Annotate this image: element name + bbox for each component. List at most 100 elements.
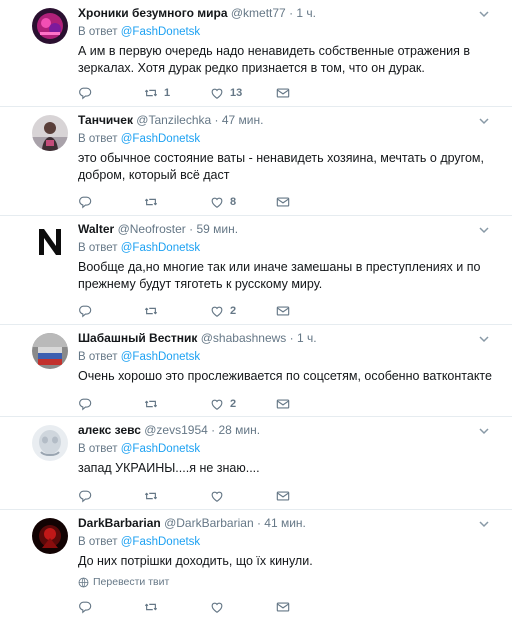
retweet-button[interactable]: 1 bbox=[144, 86, 210, 100]
avatar[interactable] bbox=[32, 333, 68, 369]
reply-button[interactable] bbox=[78, 397, 144, 411]
reply-mention-link[interactable]: @FashDonetsk bbox=[121, 133, 200, 145]
reply-context: В ответ @FashDonetsk bbox=[78, 534, 494, 550]
timestamp[interactable]: · 1 ч. bbox=[290, 331, 317, 345]
reply-mention-link[interactable]: @FashDonetsk bbox=[121, 443, 200, 455]
reply-icon bbox=[79, 196, 92, 209]
tweet-actions bbox=[78, 487, 296, 505]
like-button[interactable]: 8 bbox=[210, 195, 276, 209]
chevron-down-icon[interactable] bbox=[476, 6, 492, 22]
like-count: 13 bbox=[230, 87, 243, 99]
tweet-text: Вообще да,но многие так или иначе замеша… bbox=[78, 260, 481, 291]
reply-mention-link[interactable]: @FashDonetsk bbox=[121, 26, 200, 38]
avatar[interactable] bbox=[32, 224, 68, 260]
reply-button[interactable] bbox=[78, 86, 144, 100]
display-name[interactable]: Шабашный Вестник bbox=[78, 331, 197, 345]
timestamp[interactable]: · 47 мин. bbox=[215, 113, 264, 127]
tweet[interactable]: Танчичек @Tanzilechka · 47 мин. В ответ … bbox=[0, 107, 512, 216]
like-button[interactable]: 2 bbox=[210, 304, 276, 318]
tweet[interactable]: DarkBarbarian @DarkBarbarian · 41 мин. В… bbox=[0, 510, 512, 620]
direct-message-button[interactable] bbox=[276, 195, 296, 209]
reply-button[interactable] bbox=[78, 489, 144, 503]
reply-icon bbox=[79, 490, 92, 503]
heart-icon bbox=[211, 399, 223, 410]
reply-prefix: В ответ bbox=[78, 536, 118, 548]
tweet-text: запад УКРАИНЫ....я не знаю.... bbox=[78, 461, 260, 475]
reply-button[interactable] bbox=[78, 304, 144, 318]
tweet-header: Walter @Neofroster · 59 мин. bbox=[78, 221, 494, 237]
retweet-icon bbox=[144, 198, 158, 206]
like-button[interactable]: 13 bbox=[210, 86, 276, 100]
envelope-icon bbox=[276, 399, 290, 409]
direct-message-button[interactable] bbox=[276, 86, 296, 100]
tweet[interactable]: Хроники безумного мира @kmett77 · 1 ч. В… bbox=[0, 0, 512, 107]
heart-icon bbox=[211, 491, 223, 502]
like-button[interactable] bbox=[210, 489, 276, 503]
timestamp[interactable]: · 59 мин. bbox=[189, 222, 238, 236]
retweet-icon bbox=[144, 603, 158, 611]
direct-message-button[interactable] bbox=[276, 397, 296, 411]
timestamp[interactable]: · 1 ч. bbox=[289, 6, 316, 20]
reply-icon bbox=[79, 601, 92, 614]
chevron-down-icon[interactable] bbox=[476, 113, 492, 129]
avatar[interactable] bbox=[32, 115, 68, 151]
reply-mention-link[interactable]: @FashDonetsk bbox=[121, 351, 200, 363]
direct-message-button[interactable] bbox=[276, 489, 296, 503]
display-name[interactable]: Хроники безумного мира bbox=[78, 6, 228, 20]
chevron-down-icon[interactable] bbox=[476, 222, 492, 238]
user-handle[interactable]: @kmett77 bbox=[231, 6, 286, 20]
user-handle[interactable]: @Neofroster bbox=[118, 222, 186, 236]
like-button[interactable] bbox=[210, 600, 276, 614]
display-name[interactable]: Walter bbox=[78, 222, 114, 236]
retweet-button[interactable] bbox=[144, 489, 210, 503]
heart-icon bbox=[211, 306, 223, 317]
reply-icon bbox=[79, 305, 92, 318]
reply-context: В ответ @FashDonetsk bbox=[78, 24, 494, 40]
tweet[interactable]: Шабашный Вестник @shabashnews · 1 ч. В о… bbox=[0, 325, 512, 417]
envelope-icon bbox=[276, 602, 290, 612]
chevron-down-icon[interactable] bbox=[476, 516, 492, 532]
reply-context: В ответ @FashDonetsk bbox=[78, 131, 494, 147]
retweet-button[interactable] bbox=[144, 600, 210, 614]
retweet-icon bbox=[144, 307, 158, 315]
heart-icon bbox=[211, 602, 223, 613]
translate-tweet-link[interactable]: Перевести твит bbox=[78, 576, 494, 588]
direct-message-button[interactable] bbox=[276, 600, 296, 614]
reply-button[interactable] bbox=[78, 600, 144, 614]
reply-mention-link[interactable]: @FashDonetsk bbox=[121, 536, 200, 548]
display-name[interactable]: алекс зевс bbox=[78, 423, 141, 437]
envelope-icon bbox=[276, 88, 290, 98]
like-count: 2 bbox=[230, 305, 237, 317]
direct-message-button[interactable] bbox=[276, 304, 296, 318]
user-handle[interactable]: @shabashnews bbox=[201, 331, 287, 345]
timestamp[interactable]: · 41 мин. bbox=[257, 516, 306, 530]
retweet-button[interactable] bbox=[144, 195, 210, 209]
globe-icon bbox=[78, 577, 89, 587]
timestamp[interactable]: · 28 мин. bbox=[211, 423, 260, 437]
avatar[interactable] bbox=[32, 425, 68, 461]
retweet-icon bbox=[144, 492, 158, 500]
retweet-button[interactable] bbox=[144, 397, 210, 411]
like-button[interactable]: 2 bbox=[210, 397, 276, 411]
envelope-icon bbox=[276, 491, 290, 501]
tweet-text: Очень хорошо это прослеживается по соцсе… bbox=[78, 369, 492, 383]
retweet-icon bbox=[144, 400, 158, 408]
reply-button[interactable] bbox=[78, 195, 144, 209]
reply-icon bbox=[79, 398, 92, 411]
retweet-button[interactable] bbox=[144, 304, 210, 318]
user-handle[interactable]: @Tanzilechka bbox=[136, 113, 211, 127]
avatar[interactable] bbox=[32, 518, 68, 554]
display-name[interactable]: Танчичек bbox=[78, 113, 133, 127]
tweet[interactable]: алекс зевс @zevs1954 · 28 мин. В ответ @… bbox=[0, 417, 512, 510]
chevron-down-icon[interactable] bbox=[476, 331, 492, 347]
tweet-header: алекс зевс @zevs1954 · 28 мин. bbox=[78, 422, 494, 438]
display-name[interactable]: DarkBarbarian bbox=[78, 516, 161, 530]
heart-icon bbox=[211, 197, 223, 208]
user-handle[interactable]: @zevs1954 bbox=[144, 423, 208, 437]
user-handle[interactable]: @DarkBarbarian bbox=[164, 516, 254, 530]
reply-icon bbox=[79, 87, 92, 100]
tweet[interactable]: Walter @Neofroster · 59 мин. В ответ @Fa… bbox=[0, 216, 512, 325]
chevron-down-icon[interactable] bbox=[476, 423, 492, 439]
reply-mention-link[interactable]: @FashDonetsk bbox=[121, 242, 200, 254]
avatar[interactable] bbox=[32, 8, 68, 44]
